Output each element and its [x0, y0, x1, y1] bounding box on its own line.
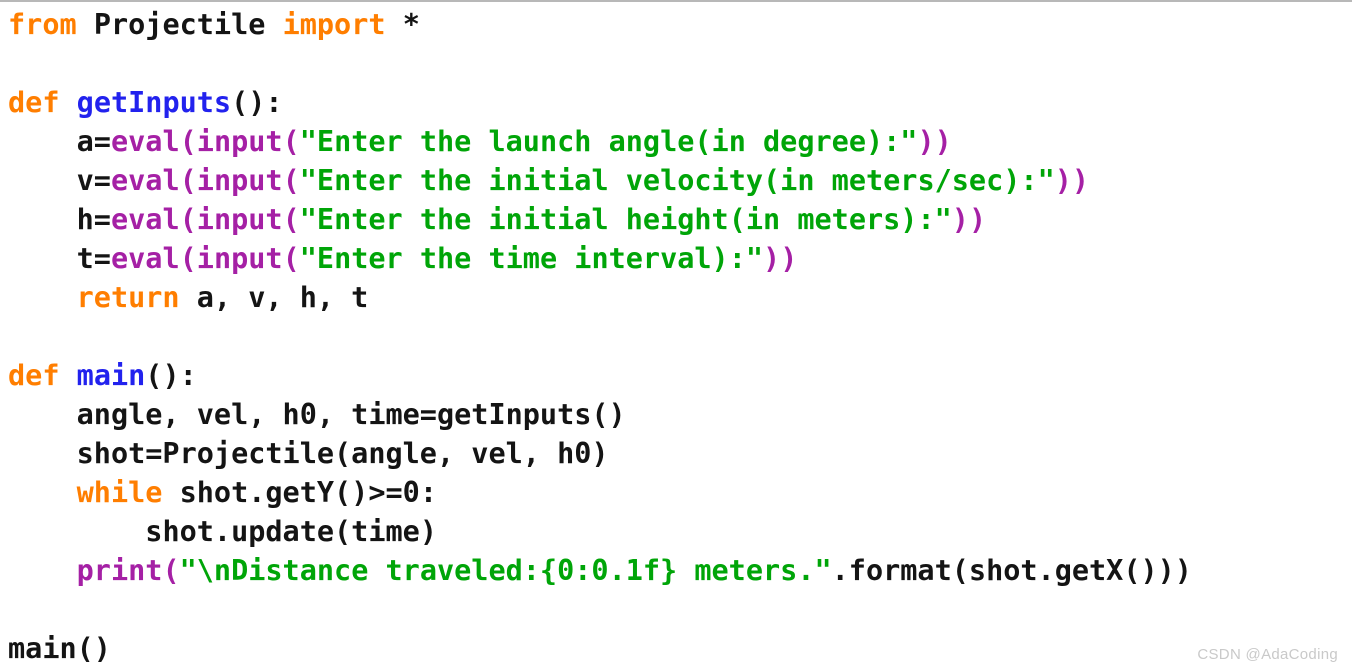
code-line[interactable]: v=eval(input("Enter the initial velocity… — [8, 161, 1348, 200]
csdn-watermark: CSDN @AdaCoding — [1197, 646, 1338, 663]
code-token-kw: def — [8, 359, 60, 392]
code-token-builtin: ( — [162, 554, 180, 587]
code-screenshot-surface: from Projectile import * def getInputs()… — [0, 0, 1352, 671]
code-line[interactable]: shot=Projectile(angle, vel, h0) — [8, 434, 1348, 473]
code-token-builtin: eval — [110, 164, 180, 197]
code-token-str: "Enter the time interval):" — [299, 242, 764, 275]
code-token-plain: angle, vel, h0, time=getInputs() — [76, 398, 626, 431]
code-line[interactable]: a=eval(input("Enter the launch angle(in … — [8, 122, 1348, 161]
code-token-fn: main — [76, 359, 146, 392]
code-line[interactable]: def getInputs(): — [8, 83, 1348, 122]
code-token-plain: * — [385, 8, 420, 41]
code-token-builtin: ( — [179, 203, 197, 236]
code-token-builtin: input — [196, 164, 283, 197]
code-token-builtin: ( — [179, 125, 197, 158]
code-token-plain: shot.getY()>=0: — [162, 476, 437, 509]
code-token-plain: shot=Projectile(angle, vel, h0) — [76, 437, 609, 470]
code-token-builtin: )) — [951, 203, 987, 236]
code-token-kw: return — [76, 281, 180, 314]
code-token-builtin: )) — [917, 125, 952, 158]
code-line-blank[interactable] — [8, 590, 1348, 629]
code-token-builtin: ( — [282, 203, 300, 236]
code-line-blank[interactable] — [8, 44, 1348, 83]
code-token-builtin: )) — [763, 242, 798, 275]
code-line[interactable]: t=eval(input("Enter the time interval):"… — [8, 239, 1348, 278]
code-editor-content[interactable]: from Projectile import * def getInputs()… — [8, 5, 1348, 668]
code-token-plain: .format(shot.getX())) — [831, 554, 1192, 587]
code-line[interactable]: h=eval(input("Enter the initial height(i… — [8, 200, 1348, 239]
code-token-builtin: print — [76, 554, 163, 587]
code-line[interactable]: angle, vel, h0, time=getInputs() — [8, 395, 1348, 434]
code-token-plain: Projectile — [93, 8, 266, 41]
code-token-str: "\nDistance traveled:{0:0.1f} meters." — [179, 554, 832, 587]
code-token-kw: def — [8, 86, 60, 119]
code-token-str: "Enter the initial height(in meters):" — [299, 203, 952, 236]
code-token-builtin: input — [196, 242, 283, 275]
code-line[interactable]: print("\nDistance traveled:{0:0.1f} mete… — [8, 551, 1348, 590]
code-token-builtin: input — [196, 203, 283, 236]
code-token-builtin: ( — [179, 242, 197, 275]
code-token-str: "Enter the launch angle(in degree):" — [299, 125, 918, 158]
code-token-plain: t= — [76, 242, 111, 275]
code-line[interactable]: while shot.getY()>=0: — [8, 473, 1348, 512]
code-token-builtin: eval — [110, 242, 180, 275]
code-token-builtin: eval — [110, 203, 180, 236]
code-token-plain: main() — [8, 632, 111, 665]
code-line[interactable]: shot.update(time) — [8, 512, 1348, 551]
code-token-builtin: )) — [1054, 164, 1090, 197]
code-token-plain: (): — [231, 86, 283, 119]
code-token-plain: a, v, h, t — [179, 281, 369, 314]
code-token-builtin: ( — [282, 242, 300, 275]
code-token-builtin: ( — [282, 164, 300, 197]
code-token-str: "Enter the initial velocity(in meters/se… — [299, 164, 1055, 197]
code-token-kw: import — [282, 8, 386, 41]
code-token-plain: (): — [145, 359, 197, 392]
code-token-builtin: input — [196, 125, 283, 158]
code-line[interactable]: main() — [8, 629, 1348, 668]
code-token-plain: v= — [76, 164, 111, 197]
code-token-plain: h= — [76, 203, 111, 236]
code-token-plain: a= — [76, 125, 111, 158]
code-token-builtin: ( — [282, 125, 300, 158]
code-token-builtin: eval — [110, 125, 180, 158]
code-token-fn: getInputs — [76, 86, 232, 119]
code-token-kw: while — [76, 476, 163, 509]
code-line[interactable]: return a, v, h, t — [8, 278, 1348, 317]
code-token-builtin: ( — [179, 164, 197, 197]
code-line-blank[interactable] — [8, 317, 1348, 356]
code-line[interactable]: from Projectile import * — [8, 5, 1348, 44]
code-line[interactable]: def main(): — [8, 356, 1348, 395]
code-token-kw: from — [8, 8, 77, 41]
code-token-plain: shot.update(time) — [145, 515, 437, 548]
